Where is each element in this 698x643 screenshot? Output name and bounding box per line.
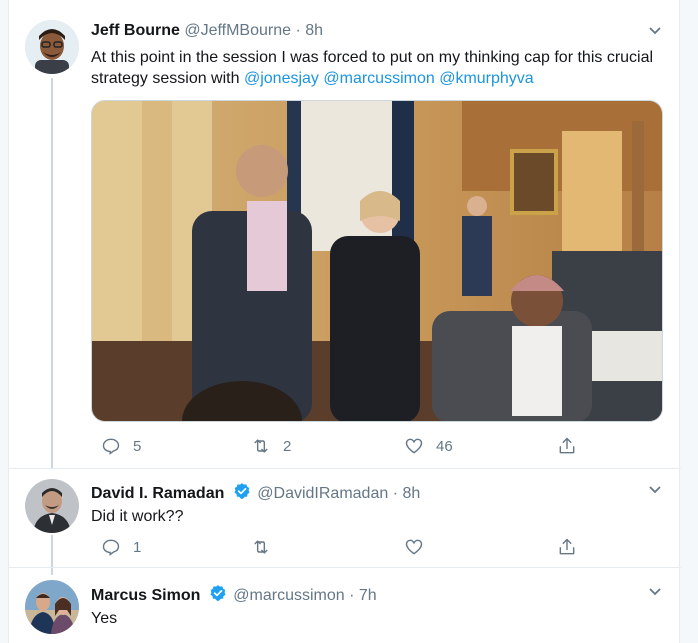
- separator-dot: ·: [349, 587, 355, 604]
- tweet-text: Yes: [91, 610, 118, 627]
- timestamp[interactable]: 7h: [359, 587, 377, 604]
- retweet-icon: [254, 439, 268, 453]
- avatar-bitmoji-image: [25, 20, 79, 74]
- thread-line: [51, 78, 53, 468]
- share-button[interactable]: [557, 537, 577, 557]
- tweet-actions: 1: [91, 537, 591, 559]
- tweet-text: At this point in the session I was force…: [91, 47, 661, 89]
- mention-link[interactable]: @jonesjay: [244, 70, 319, 87]
- timestamp[interactable]: 8h: [402, 485, 420, 502]
- verified-badge-icon: [234, 483, 250, 499]
- reply-count: 1: [133, 538, 142, 556]
- tweet-jeff-bourne[interactable]: Jeff Bourne @JeffMBourne · 8h At this po…: [9, 0, 681, 470]
- retweet-button[interactable]: 2: [251, 436, 291, 456]
- like-icon: [405, 539, 423, 555]
- reply-count: 5: [133, 437, 142, 455]
- author-name[interactable]: David I. Ramadan: [91, 485, 224, 502]
- chevron-down-icon[interactable]: [647, 481, 663, 497]
- avatar-photo: [25, 580, 79, 634]
- avatar[interactable]: [25, 479, 79, 533]
- separator-dot: ·: [295, 22, 301, 39]
- author-name[interactable]: Marcus Simon: [91, 587, 200, 604]
- verified-badge-icon: [210, 585, 226, 601]
- avatar-photo: [25, 479, 79, 533]
- mention-link[interactable]: @kmurphyva: [439, 70, 534, 87]
- reply-icon: [102, 539, 120, 556]
- separator-dot: ·: [392, 485, 399, 502]
- tweet-actions: 5 2 46: [91, 436, 591, 458]
- timeline-card: Jeff Bourne @JeffMBourne · 8h At this po…: [8, 0, 681, 643]
- photo-legislators-chamber: [92, 101, 662, 421]
- retweet-icon: [254, 540, 268, 554]
- like-button[interactable]: [404, 537, 424, 557]
- like-count: 46: [436, 437, 453, 455]
- like-icon: [405, 438, 423, 454]
- retweet-count: 2: [283, 437, 292, 455]
- tweet-david-ramadan[interactable]: David I. Ramadan @DavidIRamadan · 8h Did…: [9, 469, 681, 575]
- reply-button[interactable]: 1: [101, 537, 141, 557]
- tweet-header: David I. Ramadan @DavidIRamadan · 8h: [91, 482, 420, 503]
- chevron-down-icon[interactable]: [647, 583, 663, 599]
- retweet-button[interactable]: [251, 537, 271, 557]
- chevron-down-icon[interactable]: [647, 22, 663, 38]
- author-handle[interactable]: @JeffMBourne: [184, 22, 291, 39]
- avatar[interactable]: [25, 580, 79, 634]
- mention-link[interactable]: @marcussimon: [323, 70, 434, 87]
- avatar[interactable]: [25, 20, 79, 74]
- reply-icon: [102, 438, 120, 455]
- share-button[interactable]: [557, 436, 577, 456]
- author-handle[interactable]: @DavidIRamadan: [257, 485, 388, 502]
- reply-button[interactable]: 5: [101, 436, 141, 456]
- like-button[interactable]: 46: [404, 436, 453, 456]
- tweet-text: Did it work??: [91, 508, 184, 525]
- tweet-header: Marcus Simon @marcussimon · 7h: [91, 584, 377, 605]
- share-icon: [559, 538, 575, 555]
- author-name[interactable]: Jeff Bourne: [91, 22, 180, 39]
- timestamp[interactable]: 8h: [305, 22, 323, 39]
- tweet-marcus-simon[interactable]: Marcus Simon @marcussimon · 7h Yes: [9, 568, 681, 643]
- author-handle[interactable]: @marcussimon: [233, 587, 344, 604]
- share-icon: [559, 437, 575, 454]
- tweet-photo[interactable]: [91, 100, 663, 422]
- tweet-header: Jeff Bourne @JeffMBourne · 8h: [91, 22, 323, 40]
